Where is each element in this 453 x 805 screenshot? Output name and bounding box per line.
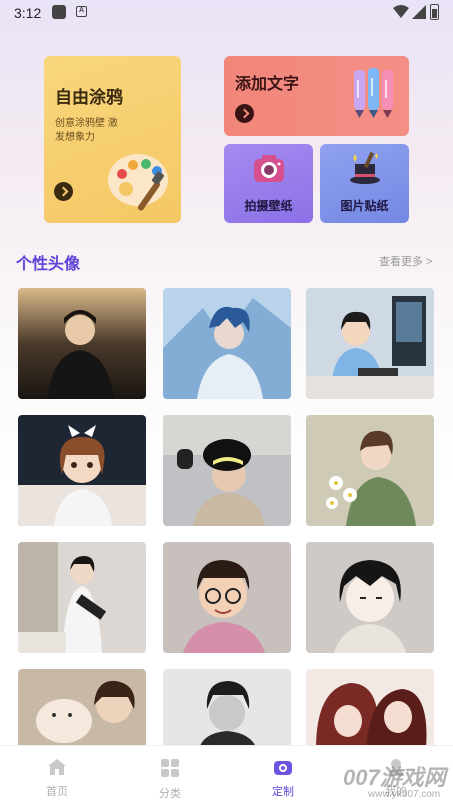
watermark: 007游戏网 <box>343 765 446 790</box>
avatar-thumb[interactable] <box>306 415 434 526</box>
graffiti-title: 自由涂鸦 <box>55 88 123 107</box>
wallpaper-label: 拍摄壁纸 <box>244 199 293 213</box>
sticker-card[interactable]: 图片贴纸 <box>320 144 409 223</box>
graffiti-subtitle: 创意涂鸦壁 激发想象力 <box>55 118 118 143</box>
sticker-label: 图片贴纸 <box>340 199 389 213</box>
avatar-thumb[interactable] <box>18 542 146 653</box>
nav-home[interactable]: 首页 <box>27 758 87 799</box>
font-notification-icon: A <box>76 6 87 17</box>
home-icon <box>48 759 66 775</box>
avatar-thumb[interactable] <box>163 542 291 653</box>
signal-icon <box>412 5 426 19</box>
avatar-thumb[interactable] <box>18 669 146 749</box>
wallpaper-card[interactable]: 拍摄壁纸 <box>224 144 313 223</box>
grid-icon <box>161 759 179 777</box>
status-time: 3:12 <box>14 5 42 21</box>
battery-icon <box>430 4 439 20</box>
avatar-thumb[interactable] <box>306 542 434 653</box>
arrow-right-icon[interactable] <box>54 182 73 201</box>
avatar-thumb[interactable] <box>18 288 146 399</box>
avatar-thumb[interactable] <box>306 669 434 749</box>
camera-icon <box>274 761 292 775</box>
status-bar: 3:12 A <box>0 0 453 26</box>
nav-category-label: 分类 <box>159 788 181 800</box>
avatar-thumb[interactable] <box>163 669 291 749</box>
nav-home-label: 首页 <box>46 786 68 798</box>
avatar-thumb[interactable] <box>163 415 291 526</box>
watermark-url: www.yx007.com <box>368 789 441 800</box>
arrow-right-icon[interactable] <box>235 104 254 123</box>
add-text-card[interactable]: 添加文字 <box>224 56 409 136</box>
camera-icon <box>254 155 284 182</box>
wifi-icon <box>393 5 409 18</box>
notification-icon <box>52 5 66 19</box>
graffiti-card[interactable]: 自由涂鸦 创意涂鸦壁 激发想象力 <box>44 56 181 223</box>
markers-icon <box>354 68 393 118</box>
avatar-thumb[interactable] <box>306 288 434 399</box>
nav-custom[interactable]: 定制 <box>253 758 313 799</box>
nav-custom-label: 定制 <box>272 786 294 798</box>
section-title: 个性头像 <box>16 256 81 273</box>
palette-icon <box>108 154 168 211</box>
view-more-link[interactable]: 查看更多 > <box>379 253 432 269</box>
add-text-title: 添加文字 <box>235 76 300 93</box>
nav-category[interactable]: 分类 <box>140 758 200 801</box>
magic-hat-icon <box>350 151 380 184</box>
avatar-thumb[interactable] <box>163 288 291 399</box>
avatar-thumb[interactable] <box>18 415 146 526</box>
